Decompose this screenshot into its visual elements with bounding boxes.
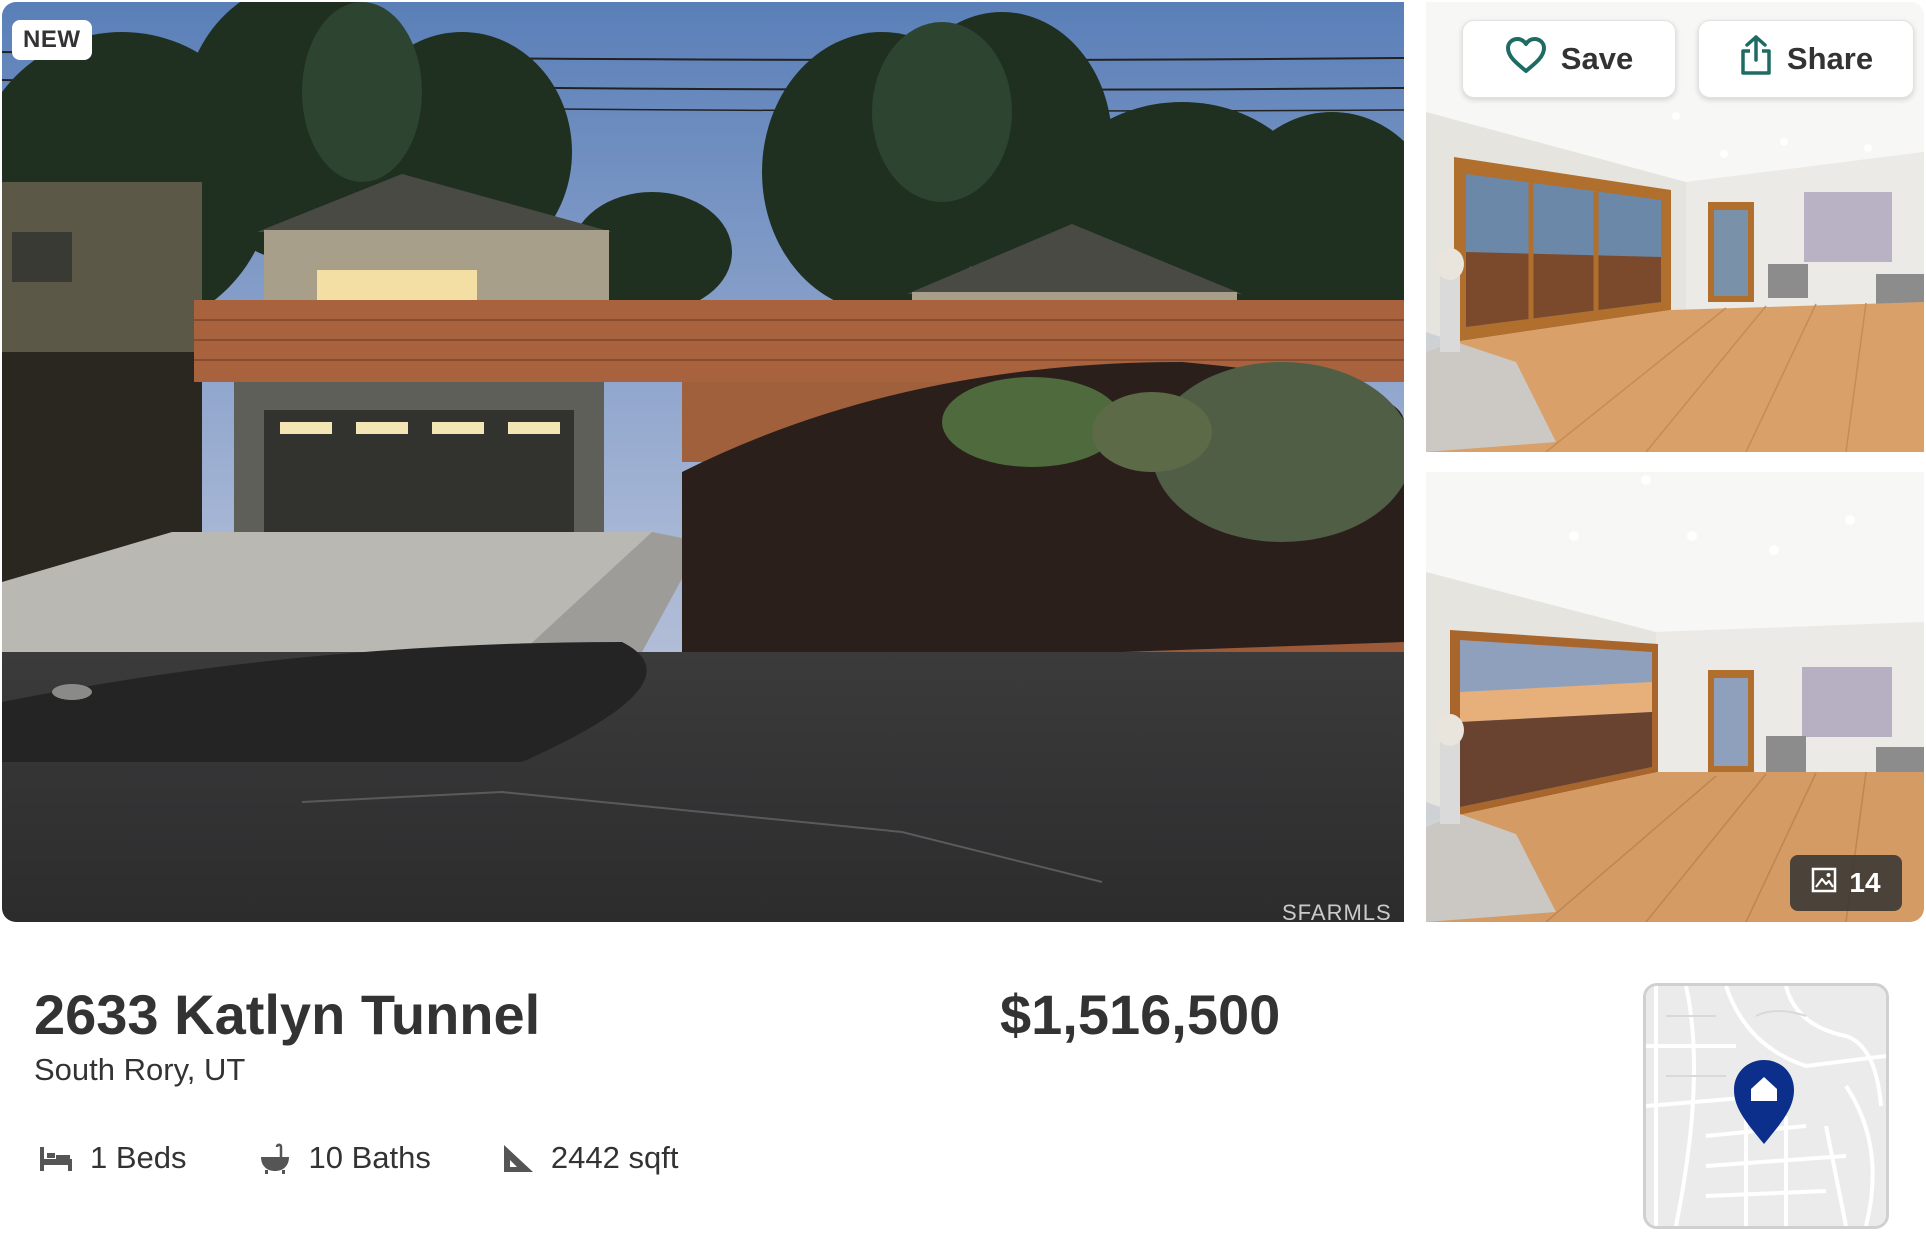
photo-count-label: 14 <box>1849 867 1881 898</box>
new-badge: NEW <box>12 20 92 60</box>
sqft-stat: 2442 sqft <box>501 1140 679 1176</box>
listing-locality: South Rory, UT <box>34 1052 246 1087</box>
mls-watermark: SFARMLS <box>1282 900 1392 925</box>
share-icon <box>1739 34 1773 84</box>
image-icon <box>1811 867 1837 900</box>
map-thumbnail[interactable] <box>1643 983 1889 1229</box>
house-exterior-photo <box>2 2 1404 922</box>
listing-stats: 1 Beds 10 Baths 2442 sqft <box>38 1140 748 1176</box>
save-label: Save <box>1560 41 1634 76</box>
main-photo[interactable] <box>2 2 1404 922</box>
beds-stat: 1 Beds <box>38 1140 187 1176</box>
heart-icon <box>1505 36 1547 82</box>
sqft-label: 2442 sqft <box>550 1140 679 1175</box>
bathtub-icon <box>257 1141 293 1175</box>
photo-count-button[interactable]: 14 <box>1790 855 1902 911</box>
listing-price: $1,516,500 <box>1000 983 1281 1046</box>
share-label: Share <box>1786 41 1874 76</box>
ruler-triangle-icon <box>501 1142 535 1174</box>
beds-label: 1 Beds <box>90 1140 187 1175</box>
share-button[interactable]: Share <box>1698 20 1914 98</box>
baths-stat: 10 Baths <box>257 1140 431 1176</box>
bed-icon <box>38 1143 74 1173</box>
photo-gallery: NEW SFARMLS Save Share 14 <box>0 0 1926 926</box>
baths-label: 10 Baths <box>308 1140 431 1175</box>
mini-map <box>1646 986 1886 1226</box>
listing-address[interactable]: 2633 Katlyn Tunnel <box>34 982 540 1047</box>
save-button[interactable]: Save <box>1462 20 1676 98</box>
